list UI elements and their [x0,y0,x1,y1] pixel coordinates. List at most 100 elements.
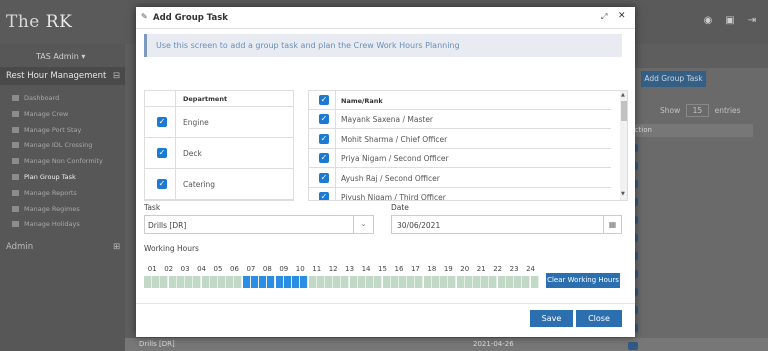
save-button[interactable]: Save [530,310,573,327]
add-group-task-button[interactable]: Add Group Task [641,71,706,87]
half-hour-cell[interactable] [522,276,531,288]
half-hour-cell[interactable] [390,276,399,288]
crew-checkbox[interactable]: ✓ [319,114,329,124]
half-hour-cell[interactable] [497,276,506,288]
scroll-down-icon[interactable]: ▼ [621,191,625,197]
crew-scrollbar[interactable]: ▲ ▼ [620,91,627,200]
half-hour-cell[interactable] [250,276,259,288]
select-all-checkbox[interactable]: ✓ [319,95,329,105]
user-menu[interactable]: TAS Admin ▾ [36,52,85,61]
half-hour-cell[interactable] [209,276,218,288]
half-hour-cell[interactable] [152,276,161,288]
expand-icon[interactable]: ⤢ [601,12,607,22]
half-hour-cell[interactable] [160,276,169,288]
half-hour-cell[interactable] [226,276,235,288]
department-checkbox[interactable]: ✓ [157,179,167,189]
half-hour-cell[interactable] [316,276,325,288]
half-hour-cell[interactable] [176,276,185,288]
sidebar-item[interactable]: Manage Reports [12,186,77,200]
half-hour-cell[interactable] [308,276,317,288]
half-hour-cell[interactable] [218,276,227,288]
half-hour-cell[interactable] [357,276,366,288]
half-hour-cell[interactable] [382,276,391,288]
working-hours-grid[interactable] [144,276,539,289]
department-checkbox[interactable]: ✓ [157,117,167,127]
crew-checkbox[interactable]: ✓ [319,172,329,183]
camera-icon[interactable]: ◉ [702,15,714,27]
lock-icon[interactable]: ▣ [724,15,736,27]
date-input[interactable]: 30/06/2021 ▦ [391,215,622,234]
task-select[interactable]: Drills [DR] ⌄ [144,215,374,234]
crew-checkbox[interactable]: ✓ [319,192,329,200]
half-hour-cell[interactable] [333,276,342,288]
sidebar-section-rest-hour[interactable]: Rest Hour Management ⊟ [0,67,125,85]
crew-name-rank: Priya Nigam / Second Officer [341,154,449,163]
view-icon[interactable] [628,342,638,350]
half-hour-cell[interactable] [481,276,490,288]
hour-label: 17 [410,265,420,273]
half-hour-cell[interactable] [324,276,333,288]
sidebar-item[interactable]: Manage Port Stay [12,123,81,137]
half-hour-cell[interactable] [431,276,440,288]
half-hour-cell[interactable] [283,276,292,288]
half-hour-cell[interactable] [423,276,432,288]
half-hour-cell[interactable] [193,276,202,288]
sidebar-item[interactable]: Plan Group Task [12,170,76,184]
half-hour-cell[interactable] [168,276,177,288]
half-hour-cell[interactable] [464,276,473,288]
half-hour-cell[interactable] [185,276,194,288]
half-hour-cell[interactable] [349,276,358,288]
info-message: Use this screen to add a group task and … [144,34,622,57]
half-hour-cell[interactable] [407,276,416,288]
close-button[interactable]: Close [576,310,622,327]
half-hour-cell[interactable] [415,276,424,288]
modal-title: Add Group Task [153,13,228,23]
half-hour-cell[interactable] [514,276,523,288]
half-hour-cell[interactable] [201,276,210,288]
half-hour-cell[interactable] [398,276,407,288]
half-hour-cell[interactable] [374,276,383,288]
sidebar-section-admin[interactable]: Admin ⊞ [6,242,120,252]
clear-working-hours-button[interactable]: Clear Working Hours [546,273,620,288]
crew-checkbox[interactable]: ✓ [319,153,329,163]
half-hour-cell[interactable] [448,276,457,288]
calendar-icon[interactable]: ▦ [603,216,621,233]
hour-label: 07 [246,265,256,273]
half-hour-cell[interactable] [275,276,284,288]
half-hour-cell[interactable] [234,276,243,288]
crew-name-rank: Piyush Nigam / Third Officer [341,193,446,201]
crew-row: ✓ Ayush Raj / Second Officer [309,169,611,188]
sidebar-item[interactable]: Dashboard [12,91,59,105]
half-hour-cell[interactable] [341,276,350,288]
half-hour-cell[interactable] [505,276,514,288]
half-hour-cell[interactable] [489,276,498,288]
hour-label: 18 [427,265,437,273]
sidebar-item[interactable]: Manage IDL Crossing [12,138,92,152]
sidebar-item[interactable]: Manage Holidays [12,217,80,231]
half-hour-cell[interactable] [456,276,465,288]
entries-selector[interactable]: Show 15 entries [660,104,741,117]
department-checkbox[interactable]: ✓ [157,148,167,158]
half-hour-cell[interactable] [440,276,449,288]
sidebar-item[interactable]: Manage Regimes [12,202,80,216]
half-hour-cell[interactable] [267,276,276,288]
half-hour-cell[interactable] [292,276,301,288]
close-icon[interactable]: ✕ [618,11,626,21]
sidebar-item[interactable]: Manage Crew [12,107,68,121]
hour-label: 21 [476,265,486,273]
half-hour-cell[interactable] [242,276,251,288]
half-hour-cell[interactable] [473,276,481,288]
half-hour-cell[interactable] [366,276,375,288]
half-hour-cell[interactable] [530,276,539,288]
half-hour-cell[interactable] [144,276,152,288]
menu-item-icon [12,110,19,117]
task-label: Task [144,203,161,212]
menu-item-icon [12,158,19,165]
scroll-up-icon[interactable]: ▲ [621,92,625,98]
department-row: ✓ Deck [145,138,293,169]
logout-icon[interactable]: ⇥ [746,15,758,27]
sidebar-item[interactable]: Manage Non Conformity [12,154,103,168]
half-hour-cell[interactable] [259,276,268,288]
half-hour-cell[interactable] [300,276,309,288]
crew-checkbox[interactable]: ✓ [319,133,329,144]
